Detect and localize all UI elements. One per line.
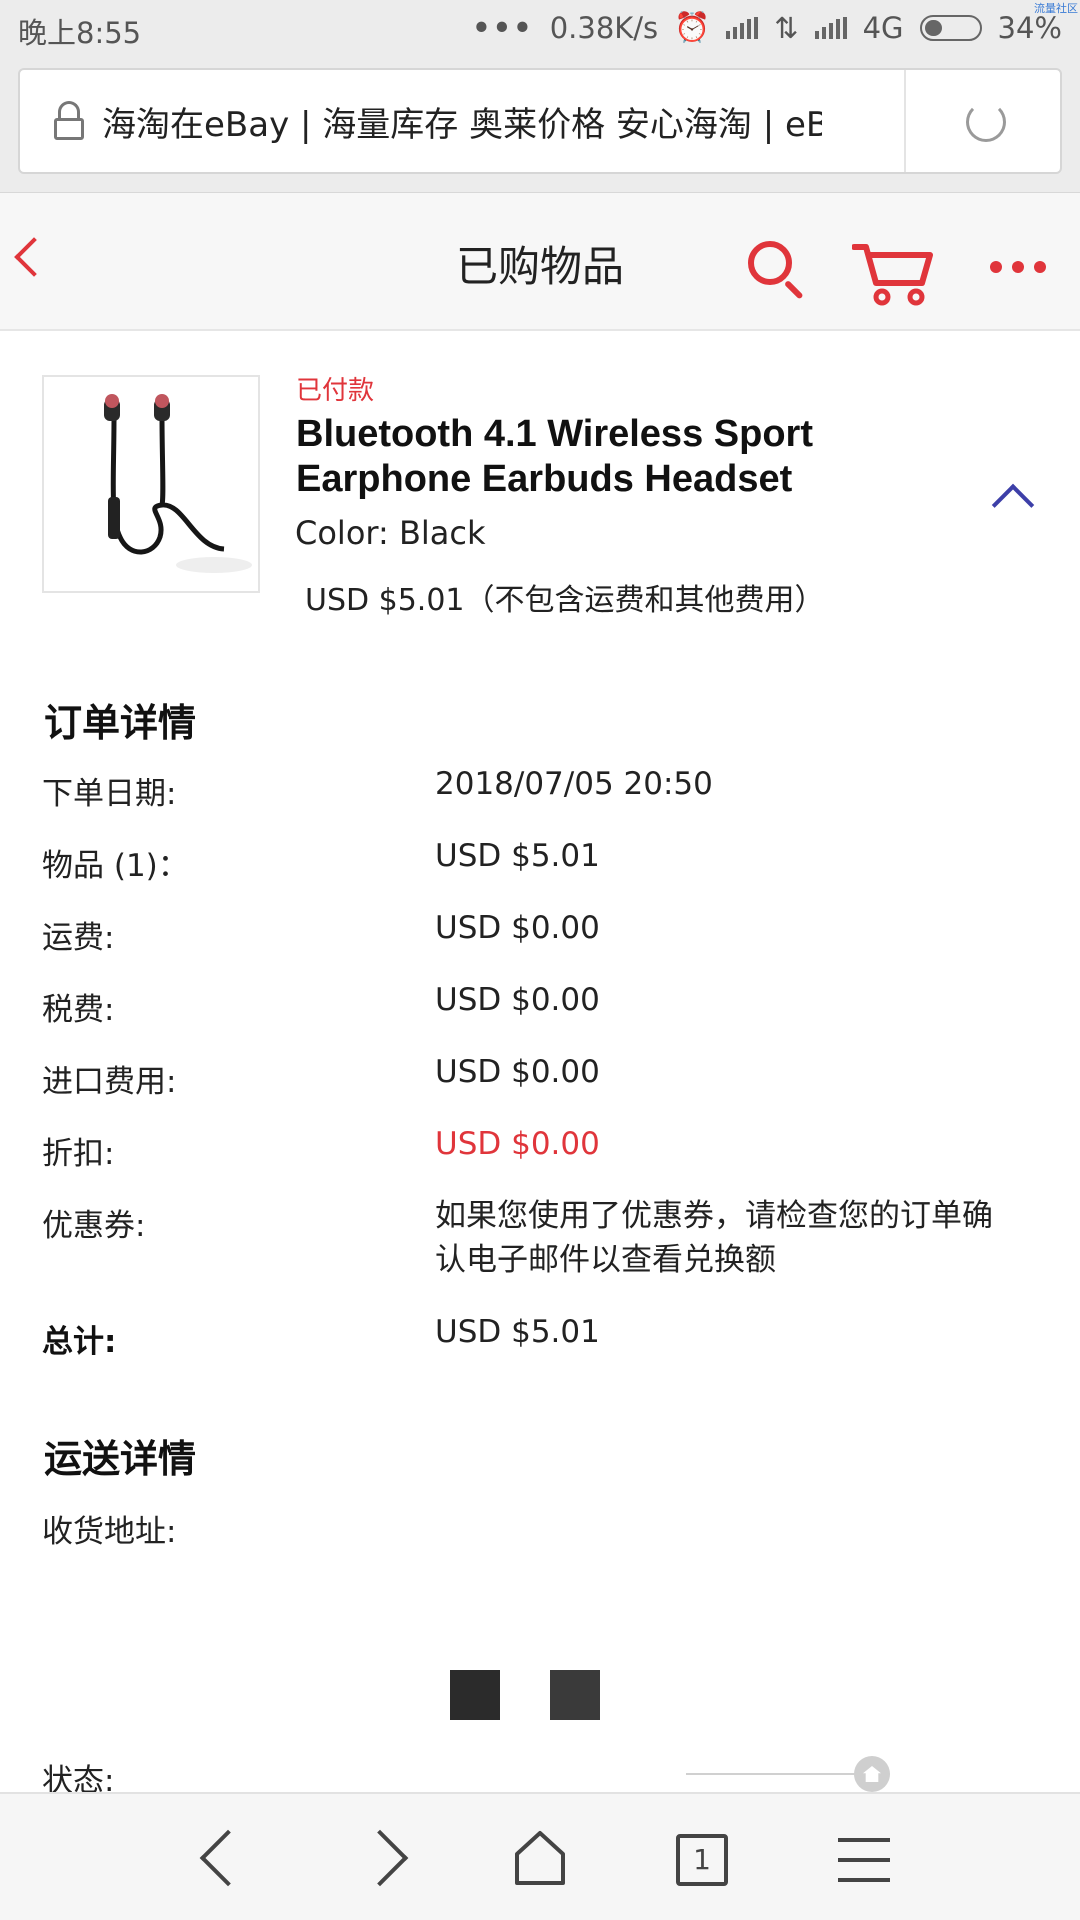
tax-label: 税费: [42, 992, 115, 1028]
tax-value: USD $0.00 [435, 982, 600, 1018]
product-price: USD $5.01（不包含运费和其他费用） [305, 583, 825, 618]
corner-tag: 流量社区 [1034, 2, 1078, 15]
cart-icon[interactable] [852, 237, 934, 307]
order-status-badge: 已付款 [296, 376, 375, 406]
redacted-block-right [550, 1670, 600, 1720]
order-details-title: 订单详情 [44, 701, 197, 745]
alarm-icon: ⏰ [674, 10, 711, 44]
redacted-block-left [450, 1670, 500, 1720]
more-options-icon[interactable] [990, 261, 1046, 273]
product-name[interactable]: Bluetooth 4.1 Wireless Sport Earphone Ea… [296, 412, 856, 502]
lock-icon [52, 101, 86, 141]
page-header: 已购物品 [0, 193, 1080, 331]
nav-home-icon[interactable] [514, 1830, 566, 1886]
status-bar: 晚上8:55 ••• 0.38K/s ⏰ ⇅ 4G 34% 流量社区 [0, 0, 1080, 58]
network-speed: 0.38K/s [549, 10, 659, 45]
battery-icon [919, 14, 982, 41]
nav-tabs-button[interactable]: 1 [676, 1834, 728, 1886]
nav-menu-icon[interactable] [838, 1838, 890, 1898]
earphones-image [104, 394, 252, 573]
discount-label: 折扣: [42, 1136, 115, 1172]
more-notifications-icon: ••• [472, 10, 534, 45]
items-label: 物品 (1)： [42, 848, 189, 884]
items-value: USD $5.01 [435, 838, 600, 874]
data-transfer-icon: ⇅ [774, 10, 799, 45]
coupon-label: 优惠券: [42, 1208, 146, 1244]
total-value: USD $5.01 [435, 1314, 600, 1350]
signal-icon [726, 16, 759, 39]
coupon-value: 如果您使用了优惠券，请检查您的订单确认电子邮件以查看兑换额 [435, 1198, 993, 1278]
import-fee-value: USD $0.00 [435, 1054, 600, 1090]
order-date-value: 2018/07/05 20:50 [435, 766, 713, 802]
home-marker-icon [854, 1756, 890, 1792]
chevron-up-icon[interactable] [991, 483, 1035, 527]
reload-icon[interactable] [966, 102, 1006, 142]
shipping-details-title: 运送详情 [44, 1437, 197, 1481]
product-image[interactable] [42, 375, 260, 593]
signal-icon-2 [814, 16, 847, 39]
address-bar[interactable]: 海淘在eBay | 海量库存 奥莱价格 安心海淘 | eBay [18, 68, 1062, 174]
address-label: 收货地址: [42, 1514, 177, 1550]
product-color: Color: Black [295, 514, 486, 552]
import-fee-label: 进口费用: [42, 1064, 177, 1100]
shipping-fee-label: 运费: [42, 920, 115, 956]
progress-track [686, 1773, 876, 1775]
order-date-label: 下单日期: [42, 776, 177, 812]
nav-forward-icon[interactable] [351, 1829, 409, 1887]
url-divider [904, 70, 906, 172]
status-indicators: ••• 0.38K/s ⏰ ⇅ 4G 34% [472, 10, 1062, 45]
url-title[interactable]: 海淘在eBay | 海量库存 奥莱价格 安心海淘 | eBay [102, 97, 822, 146]
shipping-fee-value: USD $0.00 [435, 910, 600, 946]
browser-bottom-bar: 1 [0, 1792, 1080, 1920]
discount-value: USD $0.00 [435, 1126, 600, 1162]
network-type: 4G [862, 10, 904, 45]
total-label: 总计: [42, 1324, 117, 1360]
nav-back-icon[interactable] [199, 1829, 257, 1887]
search-icon[interactable] [748, 241, 804, 300]
browser-url-area: 海淘在eBay | 海量库存 奥莱价格 安心海淘 | eBay [0, 58, 1080, 193]
status-time: 晚上8:55 [18, 16, 142, 50]
